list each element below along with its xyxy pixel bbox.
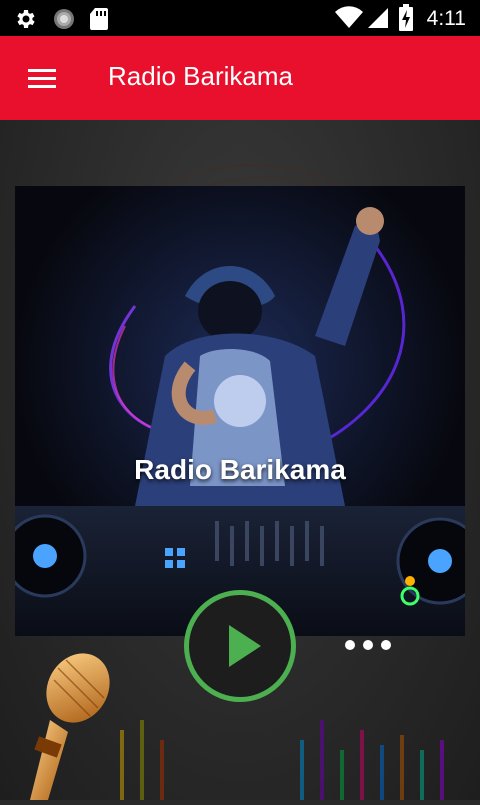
station-artwork: Radio Barikama	[15, 186, 465, 636]
sd-card-icon	[90, 8, 108, 30]
battery-charging-icon	[399, 4, 413, 31]
microphone-image	[30, 653, 110, 800]
station-name: Radio Barikama	[134, 454, 346, 485]
play-button[interactable]	[184, 590, 296, 702]
hamburger-menu-icon[interactable]	[20, 58, 60, 98]
app-bar: Radio Barikama	[0, 36, 480, 120]
status-time: 4:11	[426, 7, 466, 30]
wifi-icon	[335, 6, 363, 28]
circle-icon	[54, 9, 74, 29]
page-dot[interactable]	[345, 640, 355, 650]
status-bar: 4:11	[0, 0, 480, 36]
page-dot[interactable]	[363, 640, 373, 650]
signal-icon	[368, 8, 388, 28]
play-icon	[229, 625, 261, 667]
dj-image	[15, 186, 465, 636]
app-title: Radio Barikama	[108, 61, 293, 91]
settings-gear-icon	[17, 10, 35, 28]
page-dot[interactable]	[381, 640, 391, 650]
